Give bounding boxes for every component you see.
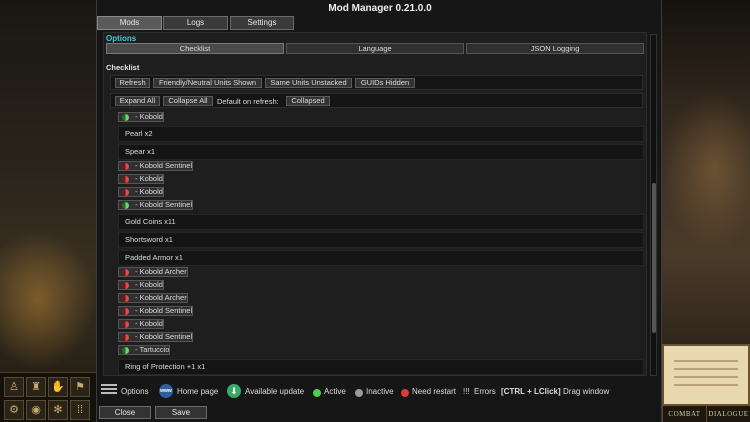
subtab-checklist[interactable]: Checklist	[106, 43, 284, 54]
same-units-toggle[interactable]: Same Units Unstacked	[265, 78, 352, 88]
gear-icon[interactable]: ⚙	[4, 400, 24, 420]
unit-status-icon	[122, 269, 129, 276]
options-panel: Options Checklist Language JSON Logging …	[103, 32, 647, 376]
checklist-unit-row[interactable]: - Kobold Sentinel	[118, 332, 194, 342]
checklist-item-row: Ring of Protection +1 x1	[118, 359, 644, 375]
hud-tab-combat[interactable]: COMBAT	[662, 406, 706, 422]
checklist-unit-row[interactable]: - Kobold	[118, 280, 164, 290]
unit-label: - Kobold	[135, 174, 163, 183]
drag-shortcut: [CTRL + LClick]	[501, 387, 561, 396]
options-icon[interactable]	[101, 382, 119, 396]
checklist-title: Checklist	[106, 63, 140, 72]
subtab-language[interactable]: Language	[286, 43, 464, 54]
globe-icon[interactable]: www	[159, 384, 173, 398]
wheel-icon[interactable]: ✻	[48, 400, 68, 420]
checklist-item-row: Shortsword x1	[118, 232, 644, 248]
checklist-unit-row[interactable]: - Kobold Sentinel	[118, 200, 194, 210]
need-restart-status-icon	[401, 389, 409, 397]
unit-label: - Kobold	[135, 112, 163, 121]
window-title[interactable]: Mod Manager 0.21.0.0	[97, 3, 663, 14]
friendly-units-toggle[interactable]: Friendly/Neutral Units Shown	[153, 78, 262, 88]
checklist-unit-row[interactable]: - Kobold	[118, 174, 164, 184]
unit-label: - Kobold Sentinel	[135, 306, 193, 315]
unit-label: - Kobold Sentinel	[135, 161, 193, 170]
expand-all-button[interactable]: Expand All	[115, 96, 160, 106]
unit-label: - Kobold	[135, 187, 163, 196]
unit-label: - Kobold Archer	[135, 267, 187, 276]
errors-label: Errors	[474, 387, 496, 396]
wall-glow	[662, 90, 750, 250]
unit-status-icon	[122, 189, 129, 196]
game-map-parchment	[662, 344, 750, 406]
inactive-label: Inactive	[366, 387, 394, 396]
game-background-left	[0, 0, 96, 422]
character-icon[interactable]: ♙	[4, 377, 24, 397]
unit-status-icon	[122, 202, 129, 209]
unit-label: - Kobold	[135, 319, 163, 328]
home-page-link[interactable]: Home page	[177, 385, 218, 399]
unit-status-icon	[122, 321, 129, 328]
tab-logs[interactable]: Logs	[163, 16, 228, 30]
unit-label: - Kobold	[135, 280, 163, 289]
unit-status-icon	[122, 163, 129, 170]
checklist-unit-row[interactable]: - Kobold Archer	[118, 293, 188, 303]
checklist-item-row: Pearl x2	[118, 126, 644, 142]
torch-glow	[0, 230, 96, 370]
bird-icon[interactable]: ⚑	[70, 377, 90, 397]
available-update-label: Available update	[245, 387, 305, 396]
checklist-unit-row[interactable]: - Kobold Sentinel	[118, 306, 194, 316]
unit-status-icon	[122, 176, 129, 183]
checklist-toolbar: Refresh Friendly/Neutral Units Shown Sam…	[110, 75, 643, 90]
default-on-refresh-label: Default on refresh:	[217, 97, 279, 106]
game-hud-action-bar: ♙ ♜ ✋ ⚑ ⚙ ◉ ✻ ⁞⁞	[0, 372, 96, 422]
hand-icon[interactable]: ✋	[48, 377, 68, 397]
unit-status-icon	[122, 295, 129, 302]
subtab-json-logging[interactable]: JSON Logging	[466, 43, 644, 54]
tab-mods[interactable]: Mods	[97, 16, 162, 30]
need-restart-label: Need restart	[412, 387, 457, 396]
unit-status-icon	[122, 334, 129, 341]
download-icon[interactable]: ⬇	[227, 384, 241, 398]
unit-label: - Kobold Sentinel	[135, 200, 193, 209]
game-hud-tabs: COMBAT DIALOGUE	[662, 406, 750, 422]
checklist-unit-row[interactable]: - Kobold	[118, 319, 164, 329]
guids-toggle[interactable]: GUIDs Hidden	[355, 78, 415, 88]
unit-label: - Kobold Archer	[135, 293, 187, 302]
collapse-all-button[interactable]: Collapse All	[163, 96, 213, 106]
tab-settings[interactable]: Settings	[230, 16, 294, 30]
checklist-scrollbar[interactable]	[650, 34, 657, 376]
checklist-unit-row[interactable]: - Tartuccio	[118, 345, 171, 355]
drag-window-label: Drag window	[563, 387, 610, 396]
active-status-icon	[313, 389, 321, 397]
unit-label: - Kobold Sentinel	[135, 332, 193, 341]
refresh-button[interactable]: Refresh	[115, 78, 150, 88]
unit-status-icon	[122, 282, 129, 289]
unit-status-icon	[122, 347, 129, 354]
options-label: Options	[106, 34, 137, 43]
checklist-unit-row[interactable]: - Kobold Sentinel	[118, 161, 194, 171]
unit-label: - Tartuccio	[135, 345, 170, 354]
unit-status-icon	[122, 308, 129, 315]
mod-manager-window: Mod Manager 0.21.0.0 Mods Logs Settings …	[96, 0, 662, 422]
hud-tab-dialogue[interactable]: DIALOGUE	[706, 406, 750, 422]
active-label: Active	[324, 387, 346, 396]
save-button[interactable]: Save	[155, 406, 207, 419]
default-on-refresh-dropdown[interactable]: Collapsed	[286, 96, 330, 106]
unit-status-icon	[122, 114, 129, 121]
helmet-icon[interactable]: ♜	[26, 377, 46, 397]
checklist-unit-row[interactable]: - Kobold Archer	[118, 267, 188, 277]
checklist-expand-toolbar: Expand All Collapse All Default on refre…	[110, 93, 643, 108]
checklist-item-row: Spear x1	[118, 144, 644, 160]
inactive-status-icon	[355, 389, 363, 397]
checklist-item-row: Padded Armor x1	[118, 250, 644, 266]
close-button[interactable]: Close	[99, 406, 151, 419]
grid-icon[interactable]: ⁞⁞	[70, 400, 90, 420]
checklist-unit-row[interactable]: - Kobold	[118, 187, 164, 197]
checklist-unit-row[interactable]: - Kobold	[118, 112, 164, 122]
checklist-item-row: Gold Coins x11	[118, 214, 644, 230]
options-legend[interactable]: Options	[121, 385, 149, 399]
eye-icon[interactable]: ◉	[26, 400, 46, 420]
errors-icon: !!!	[463, 387, 470, 396]
scroll-thumb[interactable]	[652, 183, 656, 333]
